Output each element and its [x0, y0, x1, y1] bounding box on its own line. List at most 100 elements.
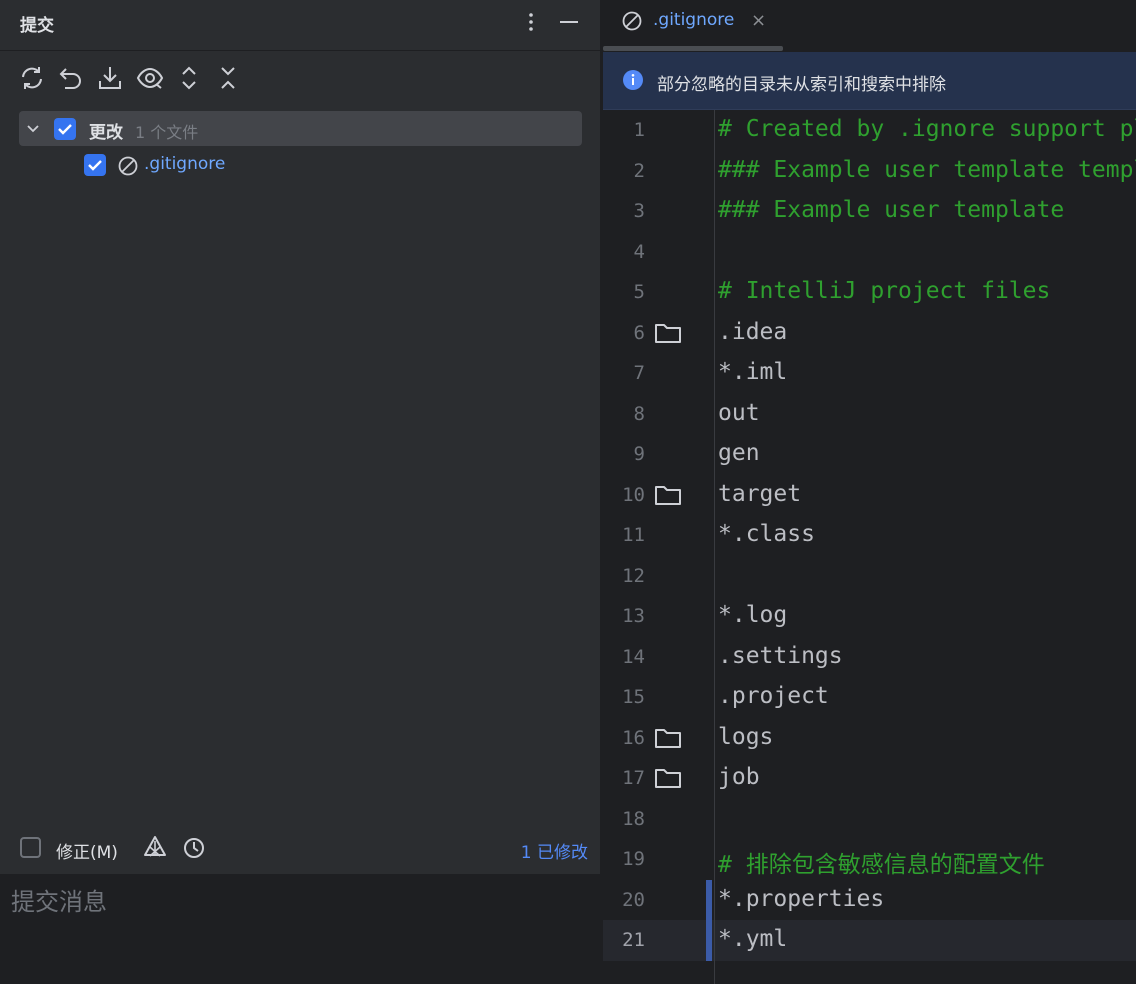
code-line[interactable]: 21 *.yml [603, 920, 1136, 961]
active-tab-indicator [603, 46, 783, 51]
modified-files-link[interactable]: 1 已修改 [521, 838, 588, 863]
line-number: 8 [633, 402, 645, 425]
ai-assistant-icon[interactable] [142, 835, 168, 861]
amend-label[interactable]: 修正(M) [56, 838, 118, 863]
code-line[interactable]: 17 job [603, 758, 1136, 799]
changes-group-count: 1 个文件 [135, 123, 199, 142]
history-icon[interactable] [182, 836, 206, 860]
commit-panel-header: 提交 [0, 0, 600, 51]
code-line[interactable]: 8 out [603, 394, 1136, 435]
ignored-file-icon [117, 155, 139, 177]
code-text: logs [718, 723, 774, 750]
line-number: 11 [622, 524, 645, 546]
editor: .gitignore × 部分忽略的目录未从索引和搜索中排除 1 # Create… [603, 0, 1136, 984]
amend-checkbox[interactable] [20, 837, 41, 858]
code-text: *.log [718, 602, 788, 628]
code-text: *.class [718, 521, 815, 547]
folder-icon [654, 484, 682, 506]
change-marker[interactable] [706, 920, 712, 961]
code-text: .project [718, 683, 829, 709]
folder-icon [654, 322, 682, 344]
folder-icon [654, 727, 682, 749]
line-number: 17 [622, 767, 645, 789]
line-number: 5 [633, 281, 645, 303]
line-number: 2 [633, 159, 645, 182]
change-marker[interactable] [706, 879, 712, 920]
line-number: 18 [622, 807, 645, 830]
code-text: .idea [718, 318, 788, 345]
chevron-down-icon[interactable] [23, 119, 43, 139]
banner-text: 部分忽略的目录未从索引和搜索中排除 [657, 75, 946, 95]
code-text: out [718, 399, 760, 426]
code-line[interactable]: 9 gen [603, 434, 1136, 475]
line-number: 7 [633, 362, 645, 384]
code-line[interactable]: 2 ### Example user template template [603, 151, 1136, 192]
code-line[interactable]: 4 [603, 232, 1136, 273]
code-line[interactable]: 11 *.class [603, 515, 1136, 556]
line-number: 21 [622, 929, 645, 951]
code-line[interactable]: 6 .idea [603, 313, 1136, 354]
preview-icon[interactable] [136, 64, 164, 92]
code-text: *.iml [718, 359, 788, 385]
folder-icon [654, 767, 682, 789]
code-line[interactable]: 3 ### Example user template [603, 191, 1136, 232]
code-text: ### Example user template template [718, 156, 1136, 183]
code-line[interactable]: 18 [603, 799, 1136, 840]
line-number: 1 [633, 119, 645, 141]
code-line[interactable]: 7 *.iml [603, 353, 1136, 394]
more-options-icon[interactable] [519, 10, 543, 34]
changes-group-row[interactable]: 更改 1 个文件 [19, 111, 582, 146]
code-text: job [718, 764, 760, 790]
code-text: target [718, 480, 802, 507]
list-item[interactable]: .gitignore [84, 153, 484, 179]
line-number: 16 [622, 726, 645, 749]
line-number: 13 [622, 605, 645, 627]
line-number: 12 [622, 564, 645, 587]
rollback-icon[interactable] [57, 64, 85, 92]
code-text: # IntelliJ project files [718, 278, 1051, 304]
commit-options-bar: 修正(M) 1 已修改 [0, 830, 600, 870]
commit-panel: 提交 更改 1 个文件 .gitignore 修正(M) 1 已修改 提交消息 [0, 0, 600, 984]
line-number: 4 [633, 240, 645, 263]
code-line[interactable]: 19 # 排除包含敏感信息的配置文件 [603, 839, 1136, 880]
info-banner: 部分忽略的目录未从索引和搜索中排除 [603, 52, 1136, 110]
collapse-all-icon[interactable] [214, 64, 242, 92]
close-icon[interactable]: × [751, 10, 767, 32]
editor-tabbar: .gitignore × [603, 0, 1136, 52]
changes-group-label: 更改 [89, 123, 123, 143]
file-name[interactable]: .gitignore [144, 154, 225, 174]
code-line[interactable]: 20 *.properties [603, 879, 1136, 920]
code-line[interactable]: 16 logs [603, 718, 1136, 759]
code-text: .settings [718, 642, 843, 669]
code-line[interactable]: 10 target [603, 475, 1136, 516]
line-number: 3 [633, 200, 645, 222]
line-number: 19 [622, 848, 645, 870]
code-line[interactable]: 15 .project [603, 677, 1136, 718]
refresh-icon[interactable] [18, 64, 46, 92]
tab-label: .gitignore [653, 10, 735, 30]
code-text: ### Example user template [718, 197, 1065, 223]
code-text: *.yml [718, 926, 788, 952]
line-number: 6 [633, 321, 645, 344]
code-line[interactable]: 14 .settings [603, 637, 1136, 678]
code-line[interactable]: 12 [603, 556, 1136, 597]
info-icon [622, 69, 644, 91]
gutter-divider [714, 110, 715, 984]
line-number: 14 [622, 645, 645, 668]
file-checkbox[interactable] [84, 154, 106, 176]
tab-gitignore[interactable]: .gitignore × [603, 0, 783, 52]
line-number: 10 [622, 483, 645, 506]
code-area[interactable]: 1 # Created by .ignore support plugin (hs… [603, 110, 1136, 984]
expand-all-icon[interactable] [175, 64, 203, 92]
commit-message-input[interactable] [0, 874, 600, 984]
code-line[interactable]: 13 *.log [603, 596, 1136, 637]
minimize-icon[interactable] [557, 10, 581, 34]
changes-group-checkbox[interactable] [54, 118, 76, 140]
code-line[interactable]: 1 # Created by .ignore support plugin (hs… [603, 110, 1136, 151]
code-line[interactable]: 5 # IntelliJ project files [603, 272, 1136, 313]
line-number: 15 [622, 686, 645, 708]
code-text: # 排除包含敏感信息的配置文件 [718, 852, 1045, 878]
code-text: *.properties [718, 885, 885, 912]
line-number: 20 [622, 888, 645, 911]
shelve-icon[interactable] [96, 64, 124, 92]
